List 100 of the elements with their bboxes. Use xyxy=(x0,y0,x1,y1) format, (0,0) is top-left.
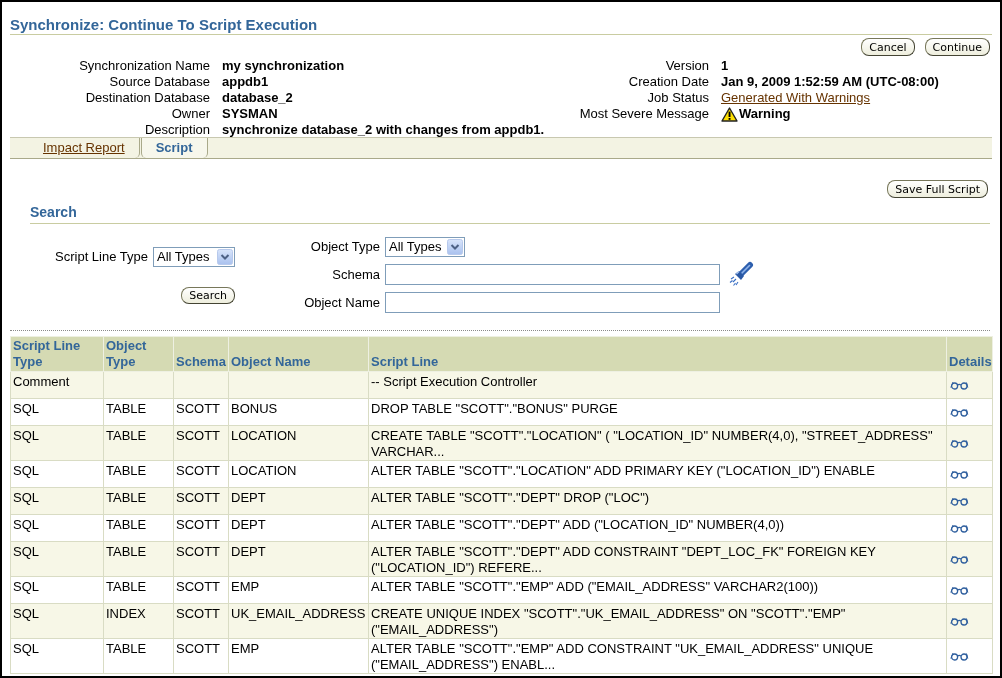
field-value: database_2 xyxy=(222,90,294,106)
table-cell: TABLE xyxy=(103,398,174,426)
table-cell: SCOTT xyxy=(173,398,229,426)
table-cell: LOCATION xyxy=(228,460,369,488)
table-cell: LOCATION xyxy=(228,425,369,461)
search-button[interactable]: Search xyxy=(181,287,235,304)
cancel-button[interactable]: Cancel xyxy=(861,38,915,56)
table-cell: ALTER TABLE "SCOTT"."EMP" ADD ("EMAIL_ADDRESS" VARCHAR2(100)) xyxy=(368,576,947,604)
table-cell: TABLE xyxy=(103,541,174,577)
field-value: SYSMAN xyxy=(222,106,279,122)
glasses-icon[interactable] xyxy=(950,408,969,418)
glasses-icon[interactable] xyxy=(950,524,969,534)
table-cell: -- Script Execution Controller xyxy=(368,371,947,399)
table-cell: SQL xyxy=(10,541,104,577)
table-cell: ALTER TABLE "SCOTT"."DEPT" DROP ("LOC") xyxy=(368,487,947,515)
table-cell: SCOTT xyxy=(173,460,229,488)
table-cell: CREATE TABLE "SCOTT"."LOCATION" ( "LOCATION_ID" NUMBER(4,0), "STREET_ADDRESS" VARCHAR... xyxy=(368,425,947,461)
glasses-icon[interactable] xyxy=(950,617,969,627)
glasses-icon[interactable] xyxy=(950,439,969,449)
field-value: Jan 9, 2009 1:52:59 AM (UTC-08:00) xyxy=(721,74,940,90)
field-label: Owner xyxy=(170,106,210,122)
table-cell: ALTER TABLE "SCOTT"."DEPT" ADD ("LOCATION_ID" NUMBER(4,0)) xyxy=(368,514,947,542)
table-cell: TABLE xyxy=(103,487,174,515)
save-full-script-button[interactable]: Save Full Script xyxy=(887,180,988,198)
glasses-icon[interactable] xyxy=(950,555,969,565)
table-cell: TABLE xyxy=(103,638,174,674)
tab[interactable]: Script xyxy=(140,138,208,158)
column-header: Object Name xyxy=(228,336,369,372)
field-label: Schema xyxy=(331,266,380,283)
table-cell: SQL xyxy=(10,514,104,542)
table-cell: UK_EMAIL_ADDRESS xyxy=(228,603,369,639)
warning-icon xyxy=(721,106,738,122)
table-cell: SQL xyxy=(10,425,104,461)
table-cell: TABLE xyxy=(103,514,174,542)
table-cell: SQL xyxy=(10,603,104,639)
table-cell: DEPT xyxy=(228,541,369,577)
table-cell: SCOTT xyxy=(173,638,229,674)
field-label: Destination Database xyxy=(84,90,210,106)
glasses-icon[interactable] xyxy=(950,470,969,480)
table-cell: EMP xyxy=(228,576,369,604)
field-value: my synchronization xyxy=(222,58,346,74)
glasses-icon[interactable] xyxy=(950,586,969,596)
table-cell: SQL xyxy=(10,487,104,515)
column-header: Object Type xyxy=(103,336,174,372)
field-label: Job Status xyxy=(646,90,709,106)
field-label: Synchronization Name xyxy=(78,58,210,74)
table-cell: EMP xyxy=(228,638,369,674)
table-cell: TABLE xyxy=(103,425,174,461)
search-heading: Search xyxy=(30,204,77,220)
schema-field[interactable] xyxy=(385,264,720,285)
script-line-type-select[interactable]: All Types xyxy=(153,247,235,267)
table-cell: DEPT xyxy=(228,487,369,515)
field-label: Description xyxy=(143,122,210,138)
chevron-down-icon[interactable] xyxy=(447,239,463,255)
status-link[interactable]: Generated With Warnings xyxy=(721,90,992,106)
column-header: Script Line xyxy=(368,336,947,372)
table-cell: TABLE xyxy=(103,576,174,604)
table-cell: DROP TABLE "SCOTT"."BONUS" PURGE xyxy=(368,398,947,426)
table-cell: SQL xyxy=(10,460,104,488)
column-header: Details xyxy=(946,336,993,372)
table-cell: ALTER TABLE "SCOTT"."EMP" ADD CONSTRAINT "UK_EMAIL_ADDRESS" UNIQUE ("EMAIL_ADDRESS") ENABL... xyxy=(368,638,947,674)
table-cell: SQL xyxy=(10,576,104,604)
column-header: Script Line Type xyxy=(10,336,104,372)
tab[interactable]: Impact Report xyxy=(29,138,140,158)
field-label: Source Database xyxy=(108,74,210,90)
table-cell: SQL xyxy=(10,398,104,426)
glasses-icon[interactable] xyxy=(950,497,969,507)
field-label: Object Name xyxy=(303,294,380,311)
field-value: 1 xyxy=(721,58,730,74)
table-cell: BONUS xyxy=(228,398,369,426)
table-cell: SCOTT xyxy=(173,514,229,542)
table-cell: ALTER TABLE "SCOTT"."DEPT" ADD CONSTRAINT "DEPT_LOC_FK" FOREIGN KEY ("LOCATION_ID") REFERE... xyxy=(368,541,947,577)
field-label: Version xyxy=(664,58,709,74)
chevron-down-icon[interactable] xyxy=(217,249,233,265)
table-cell: SQL xyxy=(10,638,104,674)
field-label: Most Severe Message xyxy=(578,106,709,122)
table-cell: DEPT xyxy=(228,514,369,542)
table-cell: SCOTT xyxy=(173,603,229,639)
table-cell: ALTER TABLE "SCOTT"."LOCATION" ADD PRIMARY KEY ("LOCATION_ID") ENABLE xyxy=(368,460,947,488)
field-label: Object Type xyxy=(309,239,380,255)
table-cell: SCOTT xyxy=(173,541,229,577)
object-name-field[interactable] xyxy=(385,292,720,313)
table-cell: SCOTT xyxy=(173,425,229,461)
severity-text: Warning xyxy=(739,106,791,122)
continue-button[interactable]: Continue xyxy=(924,38,990,56)
table-cell: INDEX xyxy=(103,603,174,639)
glasses-icon[interactable] xyxy=(950,652,969,662)
table-cell: SCOTT xyxy=(173,576,229,604)
table-cell: TABLE xyxy=(103,460,174,488)
column-header: Schema xyxy=(173,336,229,372)
page-title: Synchronize: Continue To Script Execution xyxy=(10,16,318,34)
field-label: Creation Date xyxy=(627,74,709,90)
table-cell: CREATE UNIQUE INDEX "SCOTT"."UK_EMAIL_ADDRESS" ON "SCOTT"."EMP" ("EMAIL_ADDRESS") xyxy=(368,603,947,639)
field-value: synchronize database_2 with changes from appdb1. xyxy=(222,122,546,138)
flashlight-icon[interactable] xyxy=(728,261,754,287)
field-label: Script Line Type xyxy=(55,249,148,265)
object-type-select[interactable]: All Types xyxy=(385,237,465,257)
table-cell: Comment xyxy=(10,371,104,399)
glasses-icon[interactable] xyxy=(950,381,969,391)
field-value: appdb1 xyxy=(222,74,270,90)
